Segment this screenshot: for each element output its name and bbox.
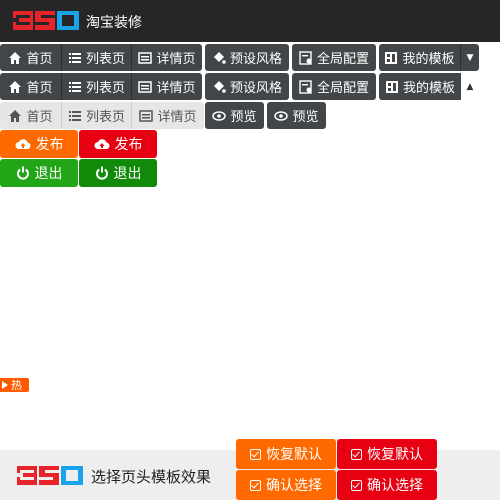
power-icon bbox=[95, 166, 108, 180]
global-config-label: 全局配置 bbox=[316, 52, 369, 67]
preset-style-label: 预设风格 bbox=[229, 81, 282, 96]
preview-button[interactable]: 预览 bbox=[205, 102, 264, 129]
checkbox-icon bbox=[351, 479, 362, 491]
nav-detail-label: 详情页 bbox=[156, 81, 196, 96]
confirm-selection-label: 确认选择 bbox=[266, 478, 322, 494]
exit-button-green[interactable]: 退出 bbox=[0, 159, 78, 187]
cloud-upload-icon bbox=[15, 139, 31, 150]
my-templates-button[interactable]: 我的模板 bbox=[379, 73, 461, 100]
nav-home-button[interactable]: 首页 bbox=[0, 44, 62, 71]
restore-default-label: 恢复默认 bbox=[367, 447, 423, 463]
my-templates-button[interactable]: 我的模板 bbox=[379, 44, 461, 71]
eye-icon bbox=[274, 110, 289, 121]
checkbox-icon bbox=[250, 479, 261, 491]
publish-label: 发布 bbox=[114, 137, 143, 153]
restore-default-button-orange[interactable]: 恢复默认 bbox=[236, 439, 336, 469]
my-templates-dropdown-toggle-open[interactable]: ▲ bbox=[461, 73, 479, 100]
home-icon bbox=[9, 51, 22, 64]
caret-down-icon: ▼ bbox=[466, 52, 474, 63]
confirm-selection-button-orange[interactable]: 确认选择 bbox=[236, 470, 336, 500]
exit-label: 退出 bbox=[113, 166, 142, 182]
detail-icon bbox=[138, 80, 153, 93]
top-bar: 淘宝装修 bbox=[0, 0, 500, 42]
template-icon bbox=[385, 51, 398, 64]
checkbox-icon bbox=[351, 448, 362, 460]
confirm-selection-label: 确认选择 bbox=[367, 478, 423, 494]
list-icon bbox=[68, 110, 81, 121]
restore-default-button-red[interactable]: 恢复默认 bbox=[337, 439, 437, 469]
global-config-button[interactable]: 全局配置 bbox=[292, 44, 376, 71]
nav-detail-button[interactable]: 详情页 bbox=[132, 102, 204, 129]
detail-icon bbox=[138, 51, 153, 64]
cloud-upload-icon bbox=[94, 139, 110, 150]
preview-button-alt[interactable]: 预览 bbox=[267, 102, 326, 129]
nav-list-button[interactable]: 列表页 bbox=[62, 102, 132, 129]
preview-label: 预览 bbox=[230, 110, 257, 125]
nav-detail-label: 详情页 bbox=[156, 52, 196, 67]
nav-home-label: 首页 bbox=[26, 52, 53, 67]
list-icon bbox=[68, 81, 81, 92]
config-icon bbox=[299, 50, 312, 65]
nav-home-label: 首页 bbox=[26, 110, 53, 125]
home-icon bbox=[9, 80, 22, 93]
restore-default-label: 恢复默认 bbox=[266, 447, 322, 463]
brand-logo bbox=[13, 11, 79, 30]
publish-label: 发布 bbox=[35, 137, 64, 153]
power-icon bbox=[16, 166, 29, 180]
list-icon bbox=[68, 52, 81, 63]
hot-badge: 热 bbox=[0, 378, 29, 392]
publish-button-red[interactable]: 发布 bbox=[79, 130, 157, 158]
nav-home-button[interactable]: 首页 bbox=[0, 73, 62, 100]
my-templates-label: 我的模板 bbox=[402, 81, 455, 96]
nav-detail-label: 详情页 bbox=[157, 110, 197, 125]
exit-label: 退出 bbox=[34, 166, 63, 182]
my-templates-label: 我的模板 bbox=[402, 52, 455, 67]
nav-list-label: 列表页 bbox=[85, 81, 125, 96]
nav-detail-button[interactable]: 详情页 bbox=[132, 73, 202, 100]
preview-label: 预览 bbox=[292, 110, 319, 125]
arrow-right-icon bbox=[2, 381, 8, 389]
home-icon bbox=[9, 109, 22, 122]
global-config-button[interactable]: 全局配置 bbox=[292, 73, 376, 100]
global-config-label: 全局配置 bbox=[316, 81, 369, 96]
config-icon bbox=[299, 79, 312, 94]
eye-icon bbox=[212, 110, 227, 121]
app-title: 淘宝装修 bbox=[86, 15, 142, 31]
preset-style-label: 预设风格 bbox=[229, 52, 282, 67]
nav-list-label: 列表页 bbox=[85, 110, 125, 125]
paint-bucket-icon bbox=[213, 51, 226, 64]
my-templates-dropdown-toggle[interactable]: ▼ bbox=[461, 44, 479, 71]
nav-list-button[interactable]: 列表页 bbox=[62, 44, 132, 71]
hot-badge-label: 热 bbox=[11, 379, 22, 392]
publish-button-orange[interactable]: 发布 bbox=[0, 130, 78, 158]
preset-style-button[interactable]: 预设风格 bbox=[205, 73, 289, 100]
checkbox-icon bbox=[250, 448, 261, 460]
nav-list-button[interactable]: 列表页 bbox=[62, 73, 132, 100]
footer-title: 选择页头模板效果 bbox=[91, 468, 212, 486]
caret-up-icon: ▲ bbox=[466, 81, 474, 92]
nav-list-label: 列表页 bbox=[85, 52, 125, 67]
nav-detail-button[interactable]: 详情页 bbox=[132, 44, 202, 71]
exit-button-dark-green[interactable]: 退出 bbox=[79, 159, 157, 187]
template-icon bbox=[385, 80, 398, 93]
confirm-selection-button-red[interactable]: 确认选择 bbox=[337, 470, 437, 500]
preset-style-button[interactable]: 预设风格 bbox=[205, 44, 289, 71]
nav-home-label: 首页 bbox=[26, 81, 53, 96]
brand-logo bbox=[17, 466, 83, 485]
paint-bucket-icon bbox=[213, 80, 226, 93]
nav-home-button[interactable]: 首页 bbox=[0, 102, 62, 129]
detail-icon bbox=[139, 109, 154, 122]
